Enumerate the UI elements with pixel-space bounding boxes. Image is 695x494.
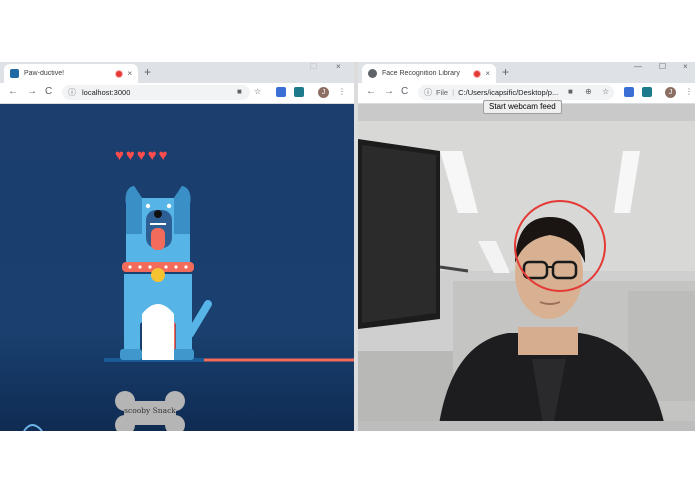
extension-tile-icon[interactable] — [294, 87, 304, 97]
close-window-icon[interactable]: × — [683, 62, 688, 71]
face-detection-circle — [514, 200, 606, 292]
profile-avatar[interactable]: J — [318, 87, 329, 98]
extension-v-icon[interactable] — [276, 87, 286, 97]
extension-tile-icon[interactable] — [642, 87, 652, 97]
url-text: localhost:3000 — [82, 88, 131, 97]
close-tab-icon[interactable]: × — [485, 69, 490, 78]
tab-paw-ductive[interactable]: Paw-ductive! × — [4, 64, 138, 83]
maximize-icon[interactable]: ☐ — [659, 62, 666, 71]
forward-icon[interactable]: → — [384, 86, 394, 98]
globe-icon — [368, 69, 377, 78]
recording-indicator-icon — [474, 70, 481, 77]
forward-icon[interactable]: → — [27, 86, 37, 98]
scooby-snack-bone-button[interactable]: scooby Snack — [112, 389, 188, 431]
extension-v-icon[interactable] — [624, 87, 634, 97]
info-icon[interactable]: ⓘ — [424, 87, 432, 98]
back-icon[interactable]: ← — [366, 86, 376, 98]
heart-icon: ♥ — [147, 147, 157, 164]
face-recognition-page: Start webcam feed — [358, 100, 695, 431]
back-icon[interactable]: ← — [8, 86, 18, 98]
tab-face-recognition[interactable]: Face Recognition Library × — [362, 64, 496, 83]
profile-avatar[interactable]: J — [665, 87, 676, 98]
minimize-icon[interactable]: — — [634, 62, 642, 71]
url-text: C:/Users/icapsific/Desktop/p... — [458, 88, 559, 97]
new-tab-button[interactable]: + — [502, 65, 509, 79]
paw-ductive-page: ♥ ♥ ♥ ♥ ♥ scooby Snack — [0, 104, 354, 431]
address-bar[interactable]: ⓘ localhost:3000 — [62, 85, 250, 100]
start-webcam-feed-button[interactable]: Start webcam feed — [483, 100, 562, 114]
camera-icon[interactable]: ■ — [237, 87, 242, 97]
site-favicon-icon — [10, 69, 19, 78]
corner-shape-icon — [23, 424, 43, 431]
zoom-icon[interactable]: ⊕ — [585, 87, 592, 97]
reload-icon[interactable]: C — [45, 86, 52, 98]
reload-icon[interactable]: C — [401, 86, 408, 98]
heart-icon: ♥ — [136, 147, 146, 164]
heart-icon: ♥ — [115, 147, 124, 164]
maximize-icon[interactable]: ☐ — [310, 62, 317, 71]
url-scheme-label: File — [436, 88, 449, 97]
new-tab-button[interactable]: + — [144, 65, 151, 79]
left-tab-strip: Paw-ductive! × + ☐ × — [0, 62, 354, 83]
right-browser-window: Face Recognition Library × + — ☐ × ← → C… — [358, 62, 695, 431]
left-toolbar: ← → C ⓘ localhost:3000 ■ ☆ J ⋮ — [0, 83, 354, 104]
bone-label: scooby Snack — [124, 406, 176, 415]
dog-illustration — [104, 186, 354, 362]
recording-indicator-icon — [116, 70, 123, 77]
info-icon[interactable]: ⓘ — [68, 87, 76, 98]
tab-title: Paw-ductive! — [24, 70, 65, 77]
camera-icon[interactable]: ■ — [568, 87, 573, 97]
separator: | — [452, 88, 455, 97]
bookmark-star-icon[interactable]: ☆ — [602, 87, 609, 97]
left-browser-window: Paw-ductive! × + ☐ × ← → C ⓘ localhost:3… — [0, 62, 354, 431]
health-hearts: ♥ ♥ ♥ ♥ ♥ — [115, 148, 168, 163]
heart-icon: ♥ — [158, 147, 168, 164]
heart-icon: ♥ — [125, 147, 135, 164]
menu-icon[interactable]: ⋮ — [685, 87, 693, 97]
close-window-icon[interactable]: × — [336, 62, 341, 71]
tab-title: Face Recognition Library — [382, 70, 460, 77]
bookmark-star-icon[interactable]: ☆ — [254, 87, 261, 97]
close-tab-icon[interactable]: × — [127, 69, 132, 78]
menu-icon[interactable]: ⋮ — [338, 87, 346, 97]
right-tab-strip: Face Recognition Library × + — ☐ × — [358, 62, 695, 83]
